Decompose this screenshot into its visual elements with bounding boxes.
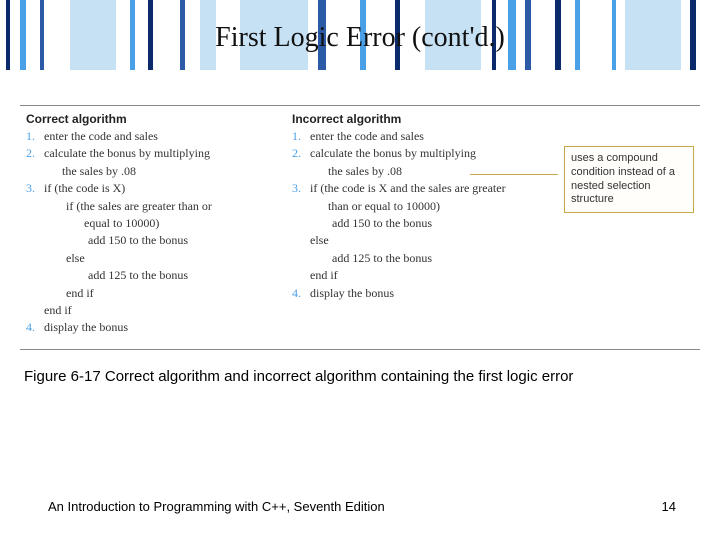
algorithm-line: 1.enter the code and sales (26, 128, 286, 145)
correct-algorithm-listing: 1.enter the code and sales2.calculate th… (26, 128, 286, 337)
banner-stripes: First Logic Error (cont'd.) (0, 0, 720, 70)
algorithm-line: 3.if (the code is X and the sales are gr… (292, 180, 552, 197)
incorrect-algorithm-column: Incorrect algorithm 1.enter the code and… (292, 112, 552, 302)
algorithm-line: add 125 to the bonus (26, 267, 286, 284)
algorithm-line: add 150 to the bonus (292, 215, 552, 232)
algorithm-line: add 150 to the bonus (26, 232, 286, 249)
correct-heading: Correct algorithm (26, 112, 286, 126)
algorithm-line: end if (26, 285, 286, 302)
algorithm-line: end if (26, 302, 286, 319)
algorithm-line: 4.display the bonus (292, 285, 552, 302)
incorrect-heading: Incorrect algorithm (292, 112, 552, 126)
algorithm-line: the sales by .08 (292, 163, 552, 180)
page-title: First Logic Error (cont'd.) (0, 22, 720, 54)
correct-algorithm-column: Correct algorithm 1.enter the code and s… (26, 112, 286, 337)
incorrect-algorithm-listing: 1.enter the code and sales2.calculate th… (292, 128, 552, 302)
algorithm-line: else (26, 250, 286, 267)
figure-panel: Correct algorithm 1.enter the code and s… (20, 105, 700, 350)
algorithm-line: 2.calculate the bonus by multiplying (26, 145, 286, 162)
algorithm-line: the sales by .08 (26, 163, 286, 180)
algorithm-line: end if (292, 267, 552, 284)
figure-caption: Figure 6-17 Correct algorithm and incorr… (0, 368, 720, 385)
algorithm-line: add 125 to the bonus (292, 250, 552, 267)
algorithm-line: 1.enter the code and sales (292, 128, 552, 145)
algorithm-line: equal to 10000) (26, 215, 286, 232)
footer-text: An Introduction to Programming with C++,… (48, 499, 385, 514)
callout-connector (470, 174, 558, 175)
algorithm-line: if (the sales are greater than or (26, 198, 286, 215)
algorithm-line: else (292, 232, 552, 249)
algorithm-line: than or equal to 10000) (292, 198, 552, 215)
algorithm-line: 3.if (the code is X) (26, 180, 286, 197)
algorithm-line: 2.calculate the bonus by multiplying (292, 145, 552, 162)
algorithm-line: 4.display the bonus (26, 319, 286, 336)
callout-box: uses a compound condition instead of a n… (564, 146, 694, 213)
page-number: 14 (662, 499, 676, 514)
